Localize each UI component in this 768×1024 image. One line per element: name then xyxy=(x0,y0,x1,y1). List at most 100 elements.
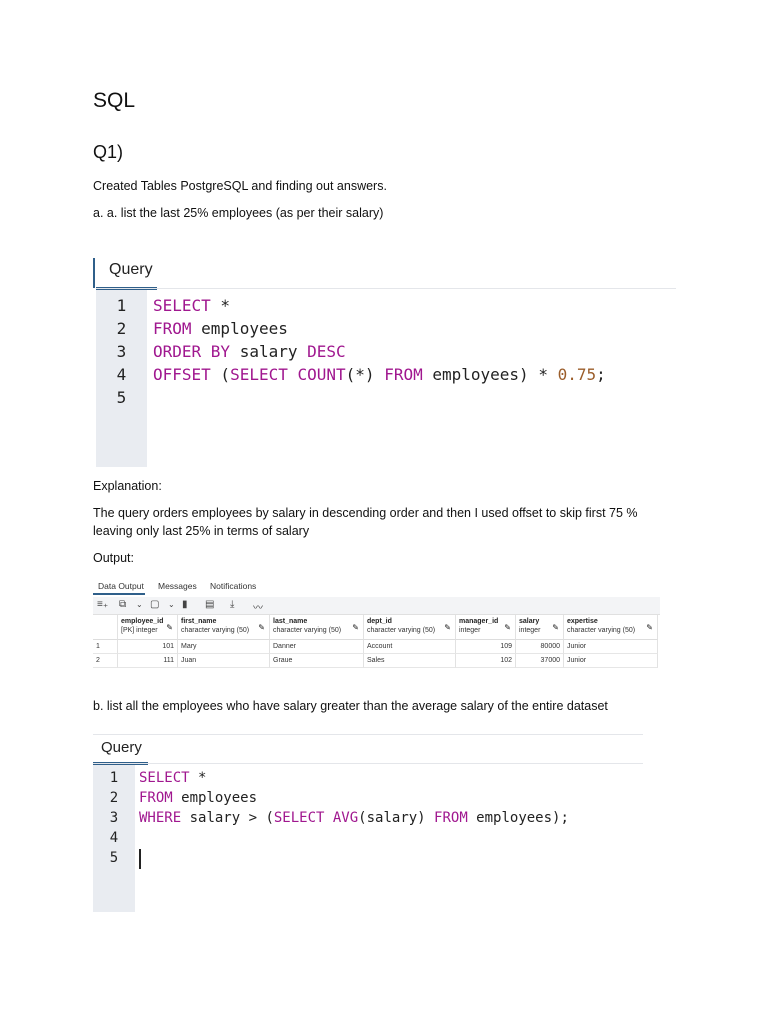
column-header[interactable]: salary integer ✎ xyxy=(516,615,564,640)
sql-keyword: ORDER BY xyxy=(153,342,231,361)
sql-text: * xyxy=(189,770,207,786)
sql-keyword: DESC xyxy=(307,342,346,361)
column-header[interactable]: first_name character varying (50) ✎ xyxy=(178,615,270,640)
code-line: FROM employees xyxy=(139,790,257,806)
sql-text: employees xyxy=(172,790,258,806)
sql-text: * xyxy=(210,296,231,315)
query-tab[interactable]: Query xyxy=(101,739,142,756)
edit-pencil-icon[interactable]: ✎ xyxy=(258,623,265,632)
line-number: 2 xyxy=(116,319,127,338)
graph-icon[interactable]: 〰 xyxy=(253,599,263,614)
sql-keyword: SELECT xyxy=(153,296,211,315)
column-type: character varying (50) xyxy=(181,627,250,634)
sql-text: ( xyxy=(210,365,231,384)
query-tab[interactable]: Query xyxy=(109,261,153,279)
paste-icon[interactable]: ▢ xyxy=(150,599,159,610)
tab-underline xyxy=(93,593,145,595)
column-header[interactable]: dept_id character varying (50) ✎ xyxy=(364,615,456,640)
divider xyxy=(93,763,643,764)
edit-pencil-icon[interactable]: ✎ xyxy=(504,623,511,632)
column-header[interactable]: last_name character varying (50) ✎ xyxy=(270,615,364,640)
line-number: 5 xyxy=(116,388,127,407)
column-name: dept_id xyxy=(367,618,392,625)
delete-icon[interactable]: ▮ xyxy=(182,599,188,610)
sql-text: employees) * xyxy=(422,365,558,384)
chevron-down-icon[interactable]: ⌄ xyxy=(168,600,175,609)
column-type: character varying (50) xyxy=(273,627,342,634)
save-data-icon[interactable]: ▤ xyxy=(205,599,214,610)
download-icon[interactable]: ⤓ xyxy=(230,599,234,610)
divider xyxy=(96,288,676,289)
sql-keyword: WHERE xyxy=(139,810,182,826)
line-number: 3 xyxy=(109,810,119,826)
column-header[interactable]: manager_id integer ✎ xyxy=(456,615,516,640)
tab-accent xyxy=(93,258,95,288)
table-cell[interactable]: Juan xyxy=(178,654,270,668)
line-number: 2 xyxy=(109,790,119,806)
page-title: SQL xyxy=(93,89,136,112)
sql-text: employees); xyxy=(467,810,569,826)
column-type: character varying (50) xyxy=(567,627,636,634)
tab-messages[interactable]: Messages xyxy=(158,581,197,591)
code-line: SELECT * xyxy=(139,770,206,786)
line-number: 4 xyxy=(109,830,119,846)
sql-keyword: SELECT AVG xyxy=(273,810,359,826)
intro-text: Created Tables PostgreSQL and finding ou… xyxy=(93,179,387,193)
toolbar: ≡₊ ⧉ ⌄ ▢ ⌄ ▮ ▤ ⤓ 〰 xyxy=(93,597,660,615)
edit-pencil-icon[interactable]: ✎ xyxy=(444,623,451,632)
code-line: WHERE salary > (SELECT AVG(salary) FROM … xyxy=(139,810,569,826)
table-cell[interactable]: Junior xyxy=(564,640,658,654)
column-name: last_name xyxy=(273,618,308,625)
sql-text: salary > ( xyxy=(181,810,274,826)
data-output-panel: Data Output Messages Notifications ≡₊ ⧉ … xyxy=(93,578,660,670)
edit-pencil-icon[interactable]: ✎ xyxy=(646,623,653,632)
line-number: 5 xyxy=(109,850,119,866)
column-type: integer xyxy=(519,627,541,634)
column-name: expertise xyxy=(567,618,598,625)
question-heading: Q1) xyxy=(93,142,124,162)
table-cell[interactable]: Junior xyxy=(564,654,658,668)
table-cell[interactable]: 109 xyxy=(456,640,516,654)
table-cell[interactable]: 80000 xyxy=(516,640,564,654)
table-cell[interactable]: 102 xyxy=(456,654,516,668)
column-header[interactable]: employee_id [PK] integer ✎ xyxy=(118,615,178,640)
add-row-icon[interactable]: ≡₊ xyxy=(97,599,108,610)
row-number[interactable]: 2 xyxy=(93,654,118,668)
sql-keyword: FROM xyxy=(384,365,423,384)
edit-pencil-icon[interactable]: ✎ xyxy=(166,623,173,632)
column-type: integer xyxy=(459,627,481,634)
sql-text: ; xyxy=(596,365,606,384)
sql-text: salary xyxy=(230,342,308,361)
edit-pencil-icon[interactable]: ✎ xyxy=(352,623,359,632)
divider xyxy=(93,734,643,735)
copy-icon[interactable]: ⧉ xyxy=(119,599,126,610)
sql-keyword: FROM xyxy=(153,319,192,338)
sql-number: 0.75 xyxy=(557,365,597,384)
code-line: OFFSET (SELECT COUNT(*) FROM employees) … xyxy=(153,365,606,384)
line-number: 3 xyxy=(116,342,127,361)
table-cell[interactable]: Account xyxy=(364,640,456,654)
chevron-down-icon[interactable]: ⌄ xyxy=(136,600,143,609)
sql-text: (*) xyxy=(345,365,385,384)
sql-keyword: OFFSET xyxy=(153,365,211,384)
row-number[interactable]: 1 xyxy=(93,640,118,654)
table-cell[interactable]: Danner xyxy=(270,640,364,654)
table-cell[interactable]: 111 xyxy=(118,654,178,668)
edit-pencil-icon[interactable]: ✎ xyxy=(552,623,559,632)
tab-data-output[interactable]: Data Output xyxy=(98,581,144,591)
table-cell[interactable]: Mary xyxy=(178,640,270,654)
part-a-text: a. a. list the last 25% employees (as pe… xyxy=(93,206,384,220)
tab-notifications[interactable]: Notifications xyxy=(210,581,256,591)
column-header[interactable]: expertise character varying (50) ✎ xyxy=(564,615,658,640)
line-number: 4 xyxy=(116,365,127,384)
column-type: [PK] integer xyxy=(121,627,158,634)
table-cell[interactable]: 101 xyxy=(118,640,178,654)
row-number-header xyxy=(93,615,118,640)
text-cursor xyxy=(139,849,141,869)
sql-keyword: FROM xyxy=(139,790,173,806)
line-number: 1 xyxy=(109,770,119,786)
code-line: SELECT * xyxy=(153,296,230,315)
table-cell[interactable]: 37000 xyxy=(516,654,564,668)
table-cell[interactable]: Sales xyxy=(364,654,456,668)
table-cell[interactable]: Graue xyxy=(270,654,364,668)
